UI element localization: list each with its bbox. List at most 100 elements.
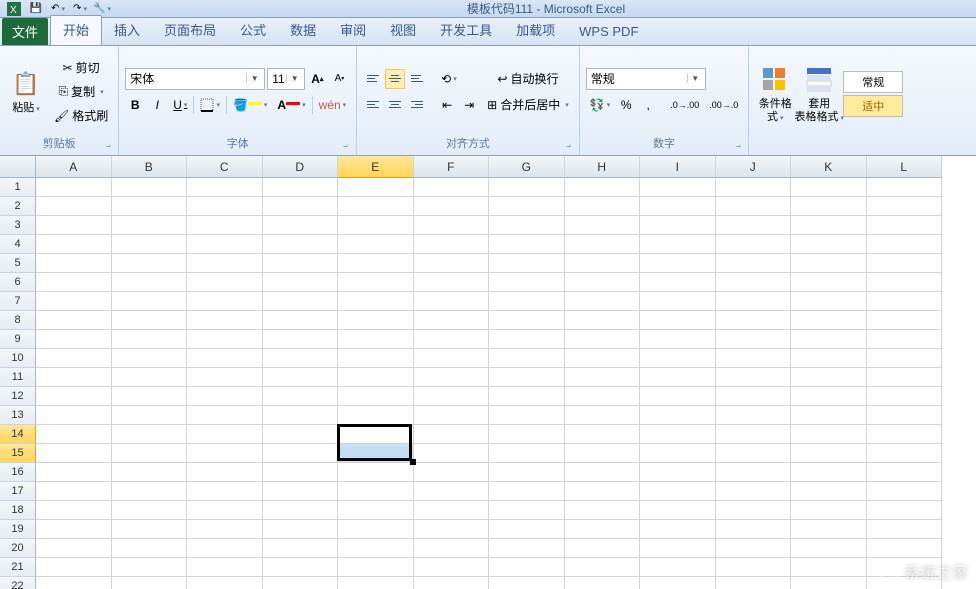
cell[interactable] [187,330,263,349]
cell[interactable] [716,444,792,463]
cell[interactable] [263,330,339,349]
cell[interactable] [791,577,867,589]
cell[interactable] [489,216,565,235]
cell[interactable] [716,406,792,425]
cell-style-normal[interactable]: 常规 [843,71,903,93]
cell[interactable] [565,425,641,444]
paste-button[interactable]: 📋 粘贴 [6,50,46,133]
italic-button[interactable]: I [147,94,167,116]
cell[interactable] [867,444,943,463]
row-header[interactable]: 17 [0,482,36,501]
cell[interactable] [791,311,867,330]
tab-wps-pdf[interactable]: WPS PDF [567,20,650,45]
cell[interactable] [187,216,263,235]
align-middle-button[interactable] [385,69,405,89]
column-header[interactable]: C [187,156,263,178]
cell[interactable] [36,577,112,589]
cell[interactable] [263,178,339,197]
cell[interactable] [489,197,565,216]
cell[interactable] [187,577,263,589]
cell[interactable] [716,349,792,368]
phonetic-button[interactable]: wén [315,94,351,116]
cell[interactable] [565,444,641,463]
row-header[interactable]: 5 [0,254,36,273]
cell[interactable] [338,387,414,406]
cell[interactable] [791,292,867,311]
cell[interactable] [489,368,565,387]
cell[interactable] [716,425,792,444]
cell[interactable] [489,463,565,482]
cell[interactable] [187,558,263,577]
cell[interactable] [716,387,792,406]
tab-addins[interactable]: 加载项 [504,16,567,45]
cell[interactable] [640,273,716,292]
cell[interactable] [565,406,641,425]
cell[interactable] [338,311,414,330]
cell[interactable] [414,197,490,216]
cell[interactable] [489,520,565,539]
cell[interactable] [338,235,414,254]
cell[interactable] [263,368,339,387]
cell[interactable] [414,273,490,292]
cell[interactable] [338,501,414,520]
cell[interactable] [36,463,112,482]
cell[interactable] [867,254,943,273]
cell[interactable] [565,539,641,558]
cell[interactable] [867,482,943,501]
tab-page-layout[interactable]: 页面布局 [152,16,228,45]
conditional-format-button[interactable]: 条件格式 [755,50,795,137]
cell[interactable] [187,520,263,539]
column-header[interactable]: B [112,156,188,178]
cell[interactable] [489,558,565,577]
cell[interactable] [414,558,490,577]
cell[interactable] [112,311,188,330]
cell[interactable] [867,178,943,197]
cell[interactable] [640,520,716,539]
worksheet-grid[interactable]: ABCDEFGHIJKL 123456789101112131415161718… [0,156,976,589]
cell[interactable] [716,501,792,520]
cell[interactable] [338,254,414,273]
cell[interactable] [791,444,867,463]
cell[interactable] [112,482,188,501]
cell[interactable] [867,577,943,589]
cell[interactable] [414,292,490,311]
cell[interactable] [112,463,188,482]
cell[interactable] [36,197,112,216]
cell[interactable] [867,463,943,482]
cell[interactable] [112,368,188,387]
row-header[interactable]: 19 [0,520,36,539]
cell[interactable] [263,216,339,235]
cell[interactable] [716,463,792,482]
cell[interactable] [36,482,112,501]
font-size-combo[interactable]: 11▼ [267,68,305,90]
cell[interactable] [187,425,263,444]
row-header[interactable]: 3 [0,216,36,235]
cell[interactable] [640,577,716,589]
number-format-combo[interactable]: 常规▼ [586,68,706,90]
cell[interactable] [489,235,565,254]
cell[interactable] [36,235,112,254]
row-header[interactable]: 22 [0,577,36,589]
cell[interactable] [36,349,112,368]
align-left-button[interactable] [363,95,383,115]
cell[interactable] [187,311,263,330]
cell[interactable] [187,349,263,368]
cell[interactable] [112,178,188,197]
cell[interactable] [187,444,263,463]
cell[interactable] [791,482,867,501]
row-header[interactable]: 11 [0,368,36,387]
cell[interactable] [414,254,490,273]
cell[interactable] [112,197,188,216]
cell[interactable] [489,501,565,520]
cell[interactable] [338,197,414,216]
cell[interactable] [640,349,716,368]
cell[interactable] [867,273,943,292]
row-header[interactable]: 6 [0,273,36,292]
cell[interactable] [867,197,943,216]
cell[interactable] [36,368,112,387]
cell[interactable] [338,463,414,482]
cell[interactable] [489,482,565,501]
cut-button[interactable]: ✂剪切 [50,57,112,79]
tab-data[interactable]: 数据 [278,16,328,45]
cell[interactable] [565,311,641,330]
